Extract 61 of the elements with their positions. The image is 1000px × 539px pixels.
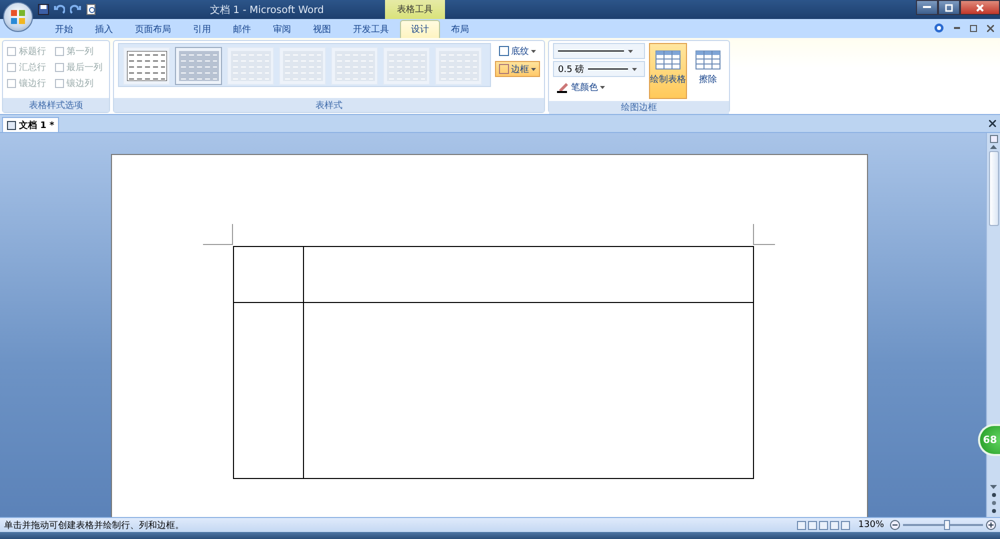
- pen-icon: [557, 82, 569, 92]
- save-icon[interactable]: [38, 4, 49, 15]
- line-sample-icon: [558, 50, 624, 52]
- ribbon-large-button[interactable]: 擦除: [691, 43, 725, 99]
- ribbon-tab[interactable]: 开发工具: [342, 20, 400, 38]
- print-preview-icon[interactable]: [86, 4, 97, 15]
- redo-icon[interactable]: [70, 4, 81, 15]
- line-style-dropdown[interactable]: [553, 43, 645, 59]
- zoom-level[interactable]: 130%: [858, 520, 884, 530]
- table-style-thumbnail[interactable]: [175, 47, 222, 85]
- close-icon: [976, 4, 984, 12]
- group-label: 表格样式选项: [3, 98, 109, 112]
- ribbon-button[interactable]: 边框: [495, 61, 540, 77]
- ribbon-large-button[interactable]: 绘制表格: [649, 43, 687, 99]
- zoom-in-icon[interactable]: [986, 520, 996, 530]
- group-label: 表样式: [114, 98, 544, 112]
- browse-object-icon[interactable]: [990, 491, 996, 515]
- context-tab-group: 表格工具: [385, 0, 445, 19]
- office-button[interactable]: [3, 2, 33, 32]
- scroll-down-icon[interactable]: [990, 485, 997, 489]
- caret-icon: [628, 50, 633, 52]
- minimize-icon: [923, 6, 931, 9]
- zoom-slider-thumb[interactable]: [944, 520, 950, 530]
- ribbon-tab[interactable]: 审阅: [262, 20, 302, 38]
- close-icon[interactable]: [989, 120, 996, 127]
- ribbon-tab[interactable]: 引用: [182, 20, 222, 38]
- caret-icon: [632, 68, 638, 70]
- ribbon-tab[interactable]: 视图: [302, 20, 342, 38]
- ribbon-tab[interactable]: 页面布局: [124, 20, 182, 38]
- line-sample-icon: [588, 68, 628, 70]
- restore-icon[interactable]: [970, 24, 977, 32]
- caret-icon: [531, 68, 536, 70]
- restore-icon: [945, 4, 953, 12]
- caret-icon: [531, 50, 536, 52]
- border-icon: [499, 64, 509, 74]
- status-message: 单击并拖动可创建表格并绘制行、列和边框。: [4, 520, 185, 532]
- restore-button[interactable]: [938, 0, 960, 15]
- ribbon-tab[interactable]: 设计: [400, 20, 440, 38]
- document-icon: [7, 120, 16, 130]
- table-pencil-icon: [655, 48, 681, 70]
- scroll-up-icon[interactable]: [990, 145, 997, 149]
- group-label: 绘图边框: [549, 101, 729, 114]
- pen-color-button[interactable]: 笔颜色: [553, 79, 645, 95]
- scrollbar-thumb[interactable]: [988, 151, 998, 226]
- window-title: 文档 1 - Microsoft Word: [210, 4, 324, 17]
- help-icon[interactable]: [934, 23, 944, 33]
- ribbon-tab[interactable]: 插入: [84, 20, 124, 38]
- office-logo: [10, 9, 26, 25]
- caret-icon: [600, 86, 605, 88]
- zoom-out-icon[interactable]: [890, 520, 900, 530]
- document-tab[interactable]: 文档 1 *: [2, 117, 60, 132]
- ribbon-tab[interactable]: 邮件: [222, 20, 262, 38]
- minimize-button[interactable]: [916, 0, 938, 15]
- ribbon-button[interactable]: 底纹: [495, 43, 540, 59]
- line-weight-dropdown[interactable]: 0.5 磅: [553, 61, 645, 77]
- undo-icon[interactable]: [54, 4, 65, 15]
- ribbon-tab[interactable]: 开始: [44, 20, 84, 38]
- close-icon[interactable]: [987, 24, 994, 32]
- table-eraser-icon: [695, 48, 721, 70]
- ribbon-tab[interactable]: 布局: [440, 20, 480, 38]
- close-button[interactable]: [960, 0, 1000, 15]
